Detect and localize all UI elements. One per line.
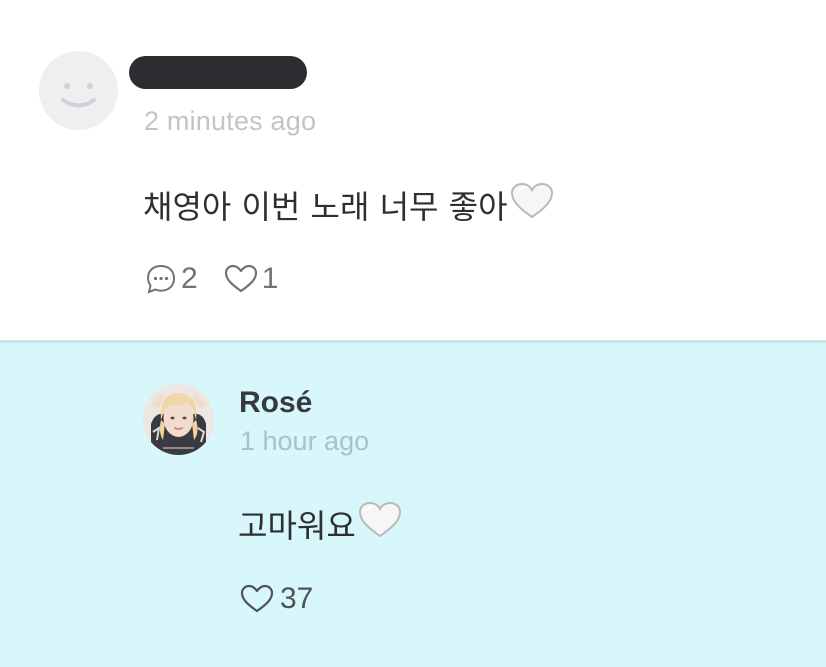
reply-text-row: 고마워요 (238, 501, 402, 547)
like-count: 1 (261, 262, 279, 295)
user-avatar-photo[interactable] (143, 384, 214, 455)
reply-author-name[interactable]: Rosé (239, 386, 312, 420)
comment-timestamp: 2 minutes ago (144, 106, 317, 136)
like-heart-icon[interactable] (240, 584, 274, 614)
reply-timestamp: 1 hour ago (240, 426, 370, 456)
comment-card: 2 minutes ago 채영아 이번 노래 너무 좋아 2 1 (0, 0, 826, 340)
reply-bubble-icon[interactable] (145, 263, 177, 295)
white-heart-icon (358, 501, 402, 547)
reply-text: 고마워요 (238, 507, 356, 545)
smiley-face-icon[interactable] (39, 51, 118, 130)
comment-actions: 2 1 (145, 262, 278, 296)
reply-card (0, 343, 826, 667)
like-count: 37 (280, 582, 314, 615)
reply-count: 2 (181, 262, 198, 295)
comment-text: 채영아 이번 노래 너무 좋아 (143, 188, 508, 226)
like-heart-icon[interactable] (224, 264, 258, 294)
white-heart-icon (510, 182, 554, 228)
redacted-username (129, 56, 307, 89)
reply-actions: 37 (240, 582, 313, 616)
comment-text-row: 채영아 이번 노래 너무 좋아 (143, 182, 554, 228)
